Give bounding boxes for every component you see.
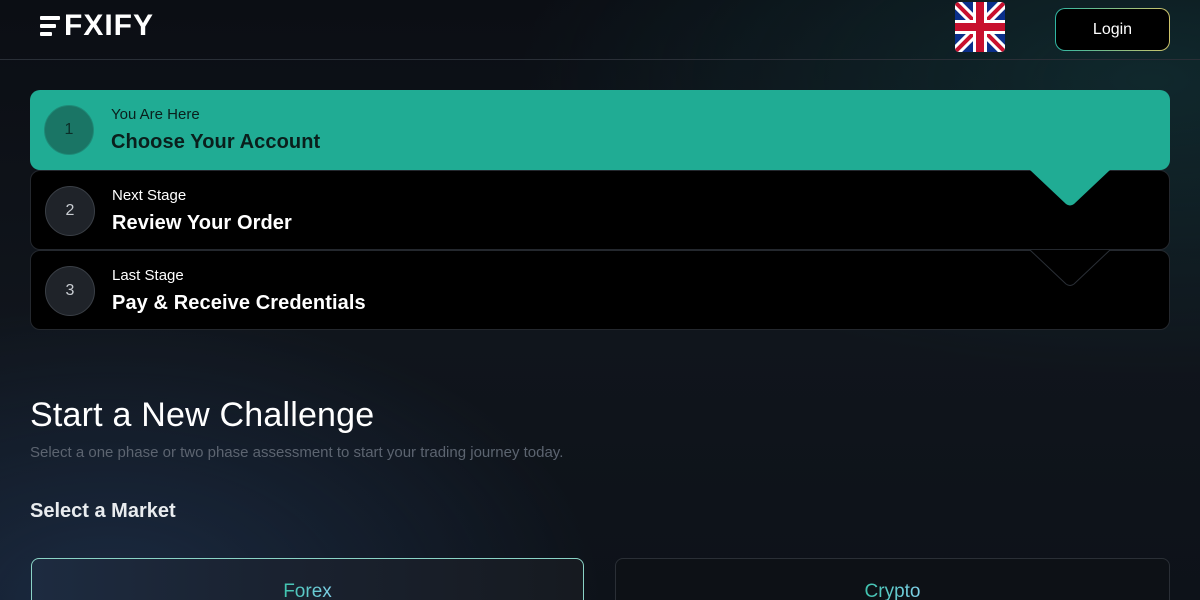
uk-flag-icon[interactable] <box>955 2 1005 52</box>
page-title: Start a New Challenge <box>30 396 375 434</box>
market-section-label: Select a Market <box>30 500 176 522</box>
step-pointer-active-icon <box>1030 170 1110 206</box>
market-option-label: Forex <box>283 581 332 600</box>
step-kicker: Next Stage <box>112 187 187 204</box>
fxify-logo[interactable]: FXIFY <box>40 11 154 41</box>
logo-text: FXIFY <box>64 9 155 42</box>
market-option-label: Crypto <box>865 581 921 600</box>
market-option-crypto[interactable]: Crypto <box>615 558 1170 600</box>
page-subtitle: Select a one phase or two phase assessme… <box>30 444 564 461</box>
step-review-order: 2 Next Stage Review Your Order <box>30 170 1170 250</box>
login-button[interactable]: Login <box>1055 8 1170 51</box>
step-title: Choose Your Account <box>111 131 321 153</box>
top-header: FXIFY Login <box>0 0 1200 60</box>
step-pay-credentials: 3 Last Stage Pay & Receive Credentials <box>30 250 1170 330</box>
step-kicker: Last Stage <box>112 267 184 284</box>
step-number: 3 <box>45 266 95 316</box>
step-number: 1 <box>44 105 94 155</box>
step-kicker: You Are Here <box>111 106 200 123</box>
step-choose-account: 1 You Are Here Choose Your Account <box>30 90 1170 170</box>
logo-mark-icon <box>40 13 62 39</box>
step-number: 2 <box>45 186 95 236</box>
checkout-steps: 1 You Are Here Choose Your Account 2 Nex… <box>30 90 1170 330</box>
step-pointer-icon <box>1030 250 1110 286</box>
step-title: Review Your Order <box>112 212 292 234</box>
step-title: Pay & Receive Credentials <box>112 292 366 314</box>
market-option-forex[interactable]: Forex <box>31 558 584 600</box>
